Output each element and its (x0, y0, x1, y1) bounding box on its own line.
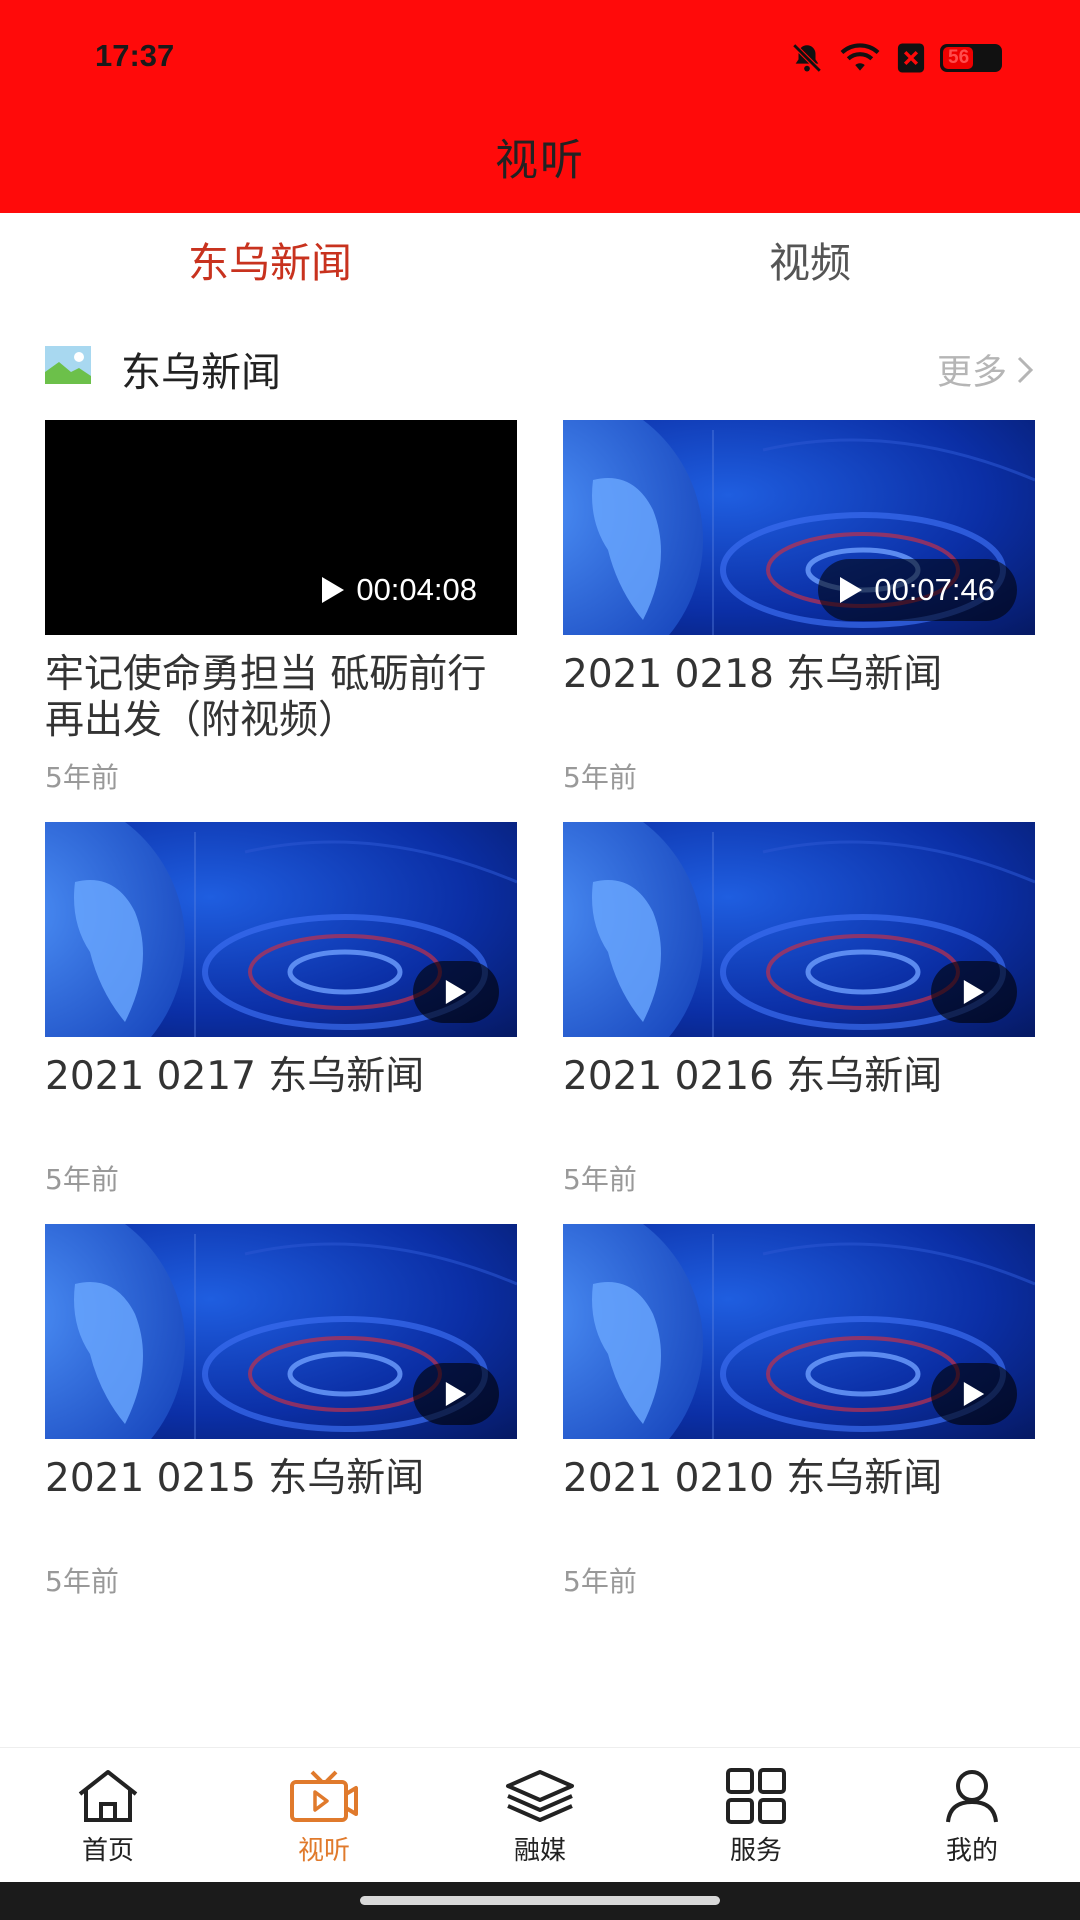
video-card[interactable]: 2021 0210 东乌新闻 5年前 (563, 1224, 1035, 1614)
tab-bar: 东乌新闻 视频 (0, 213, 1080, 313)
play-button[interactable] (931, 961, 1017, 1023)
video-card[interactable]: 2021 0215 东乌新闻 5年前 (45, 1224, 517, 1614)
tab-dongwu-news[interactable]: 东乌新闻 (0, 213, 540, 313)
video-thumbnail[interactable] (45, 1224, 517, 1439)
video-title[interactable]: 2021 0217 东乌新闻 (45, 1054, 517, 1100)
play-button[interactable] (413, 961, 499, 1023)
image-icon (45, 346, 91, 384)
video-thumbnail[interactable]: 00:07:46 (563, 420, 1035, 635)
video-time: 5年前 (45, 761, 119, 794)
video-title[interactable]: 2021 0215 东乌新闻 (45, 1456, 517, 1502)
video-card[interactable]: 2021 0216 东乌新闻 5年前 (563, 822, 1035, 1212)
bell-muted-icon (792, 43, 822, 73)
section-title: 东乌新闻 (121, 350, 281, 396)
grid-icon (726, 1768, 786, 1824)
page-title: 视听 (495, 136, 585, 186)
nav-profile[interactable]: 我的 (864, 1748, 1080, 1882)
battery-indicator: 56 (940, 44, 1002, 72)
video-title[interactable]: 2021 0216 东乌新闻 (563, 1054, 1035, 1100)
status-time: 17:37 (95, 38, 175, 73)
video-time: 5年前 (45, 1163, 119, 1196)
video-title[interactable]: 牢记使命勇担当 砥砺前行再出发（附视频） (45, 652, 517, 744)
video-thumbnail[interactable] (563, 1224, 1035, 1439)
bottom-navigation: 首页 视听 融媒 服务 我的 (0, 1747, 1080, 1882)
chevron-right-icon (1017, 356, 1034, 383)
user-icon (946, 1770, 998, 1823)
video-title[interactable]: 2021 0210 东乌新闻 (563, 1456, 1035, 1502)
sim-blocked-icon (897, 43, 925, 73)
duration-badge: 00:07:46 (818, 559, 1017, 621)
play-icon (445, 1382, 467, 1406)
tab-video[interactable]: 视频 (540, 213, 1080, 313)
nav-media-label: 视听 (297, 1836, 350, 1866)
nav-convergence[interactable]: 融媒 (432, 1748, 648, 1882)
layers-icon (506, 1770, 574, 1822)
duration-text: 00:07:46 (874, 572, 995, 607)
section-header: 东乌新闻 更多 (45, 330, 1035, 400)
video-card[interactable]: 00:07:46 2021 0218 东乌新闻 5年前 (563, 420, 1035, 810)
video-card[interactable]: 00:04:08 牢记使命勇担当 砥砺前行再出发（附视频） 5年前 (45, 420, 517, 810)
video-card[interactable]: 2021 0217 东乌新闻 5年前 (45, 822, 517, 1212)
tv-icon (290, 1770, 358, 1822)
play-icon (445, 980, 467, 1004)
home-icon (78, 1770, 138, 1822)
wifi-icon (840, 43, 880, 71)
play-icon (963, 1382, 985, 1406)
video-time: 5年前 (45, 1565, 119, 1598)
duration-text: 00:04:08 (356, 572, 477, 607)
video-title[interactable]: 2021 0218 东乌新闻 (563, 652, 1035, 698)
app-header: 17:37 56 视听 (0, 0, 1080, 213)
play-icon (322, 577, 345, 603)
video-time: 5年前 (563, 1163, 637, 1196)
nav-home[interactable]: 首页 (0, 1748, 216, 1882)
nav-convergence-label: 融媒 (513, 1836, 566, 1866)
nav-services-label: 服务 (729, 1836, 782, 1866)
nav-home-label: 首页 (81, 1836, 134, 1866)
play-button[interactable] (413, 1363, 499, 1425)
more-link[interactable]: 更多 (937, 344, 1035, 395)
play-icon (840, 577, 863, 603)
video-time: 5年前 (563, 1565, 637, 1598)
status-icons: 56 (790, 40, 1002, 76)
gesture-bar (0, 1882, 1080, 1920)
nav-profile-label: 我的 (945, 1836, 998, 1866)
duration-badge: 00:04:08 (300, 559, 499, 621)
play-button[interactable] (931, 1363, 1017, 1425)
nav-media[interactable]: 视听 (216, 1748, 432, 1882)
nav-services[interactable]: 服务 (648, 1748, 864, 1882)
video-thumbnail[interactable] (563, 822, 1035, 1037)
video-time: 5年前 (563, 761, 637, 794)
play-icon (963, 980, 985, 1004)
more-label: 更多 (936, 353, 1007, 393)
video-thumbnail[interactable] (45, 822, 517, 1037)
video-thumbnail[interactable]: 00:04:08 (45, 420, 517, 635)
gesture-handle[interactable] (360, 1896, 720, 1905)
